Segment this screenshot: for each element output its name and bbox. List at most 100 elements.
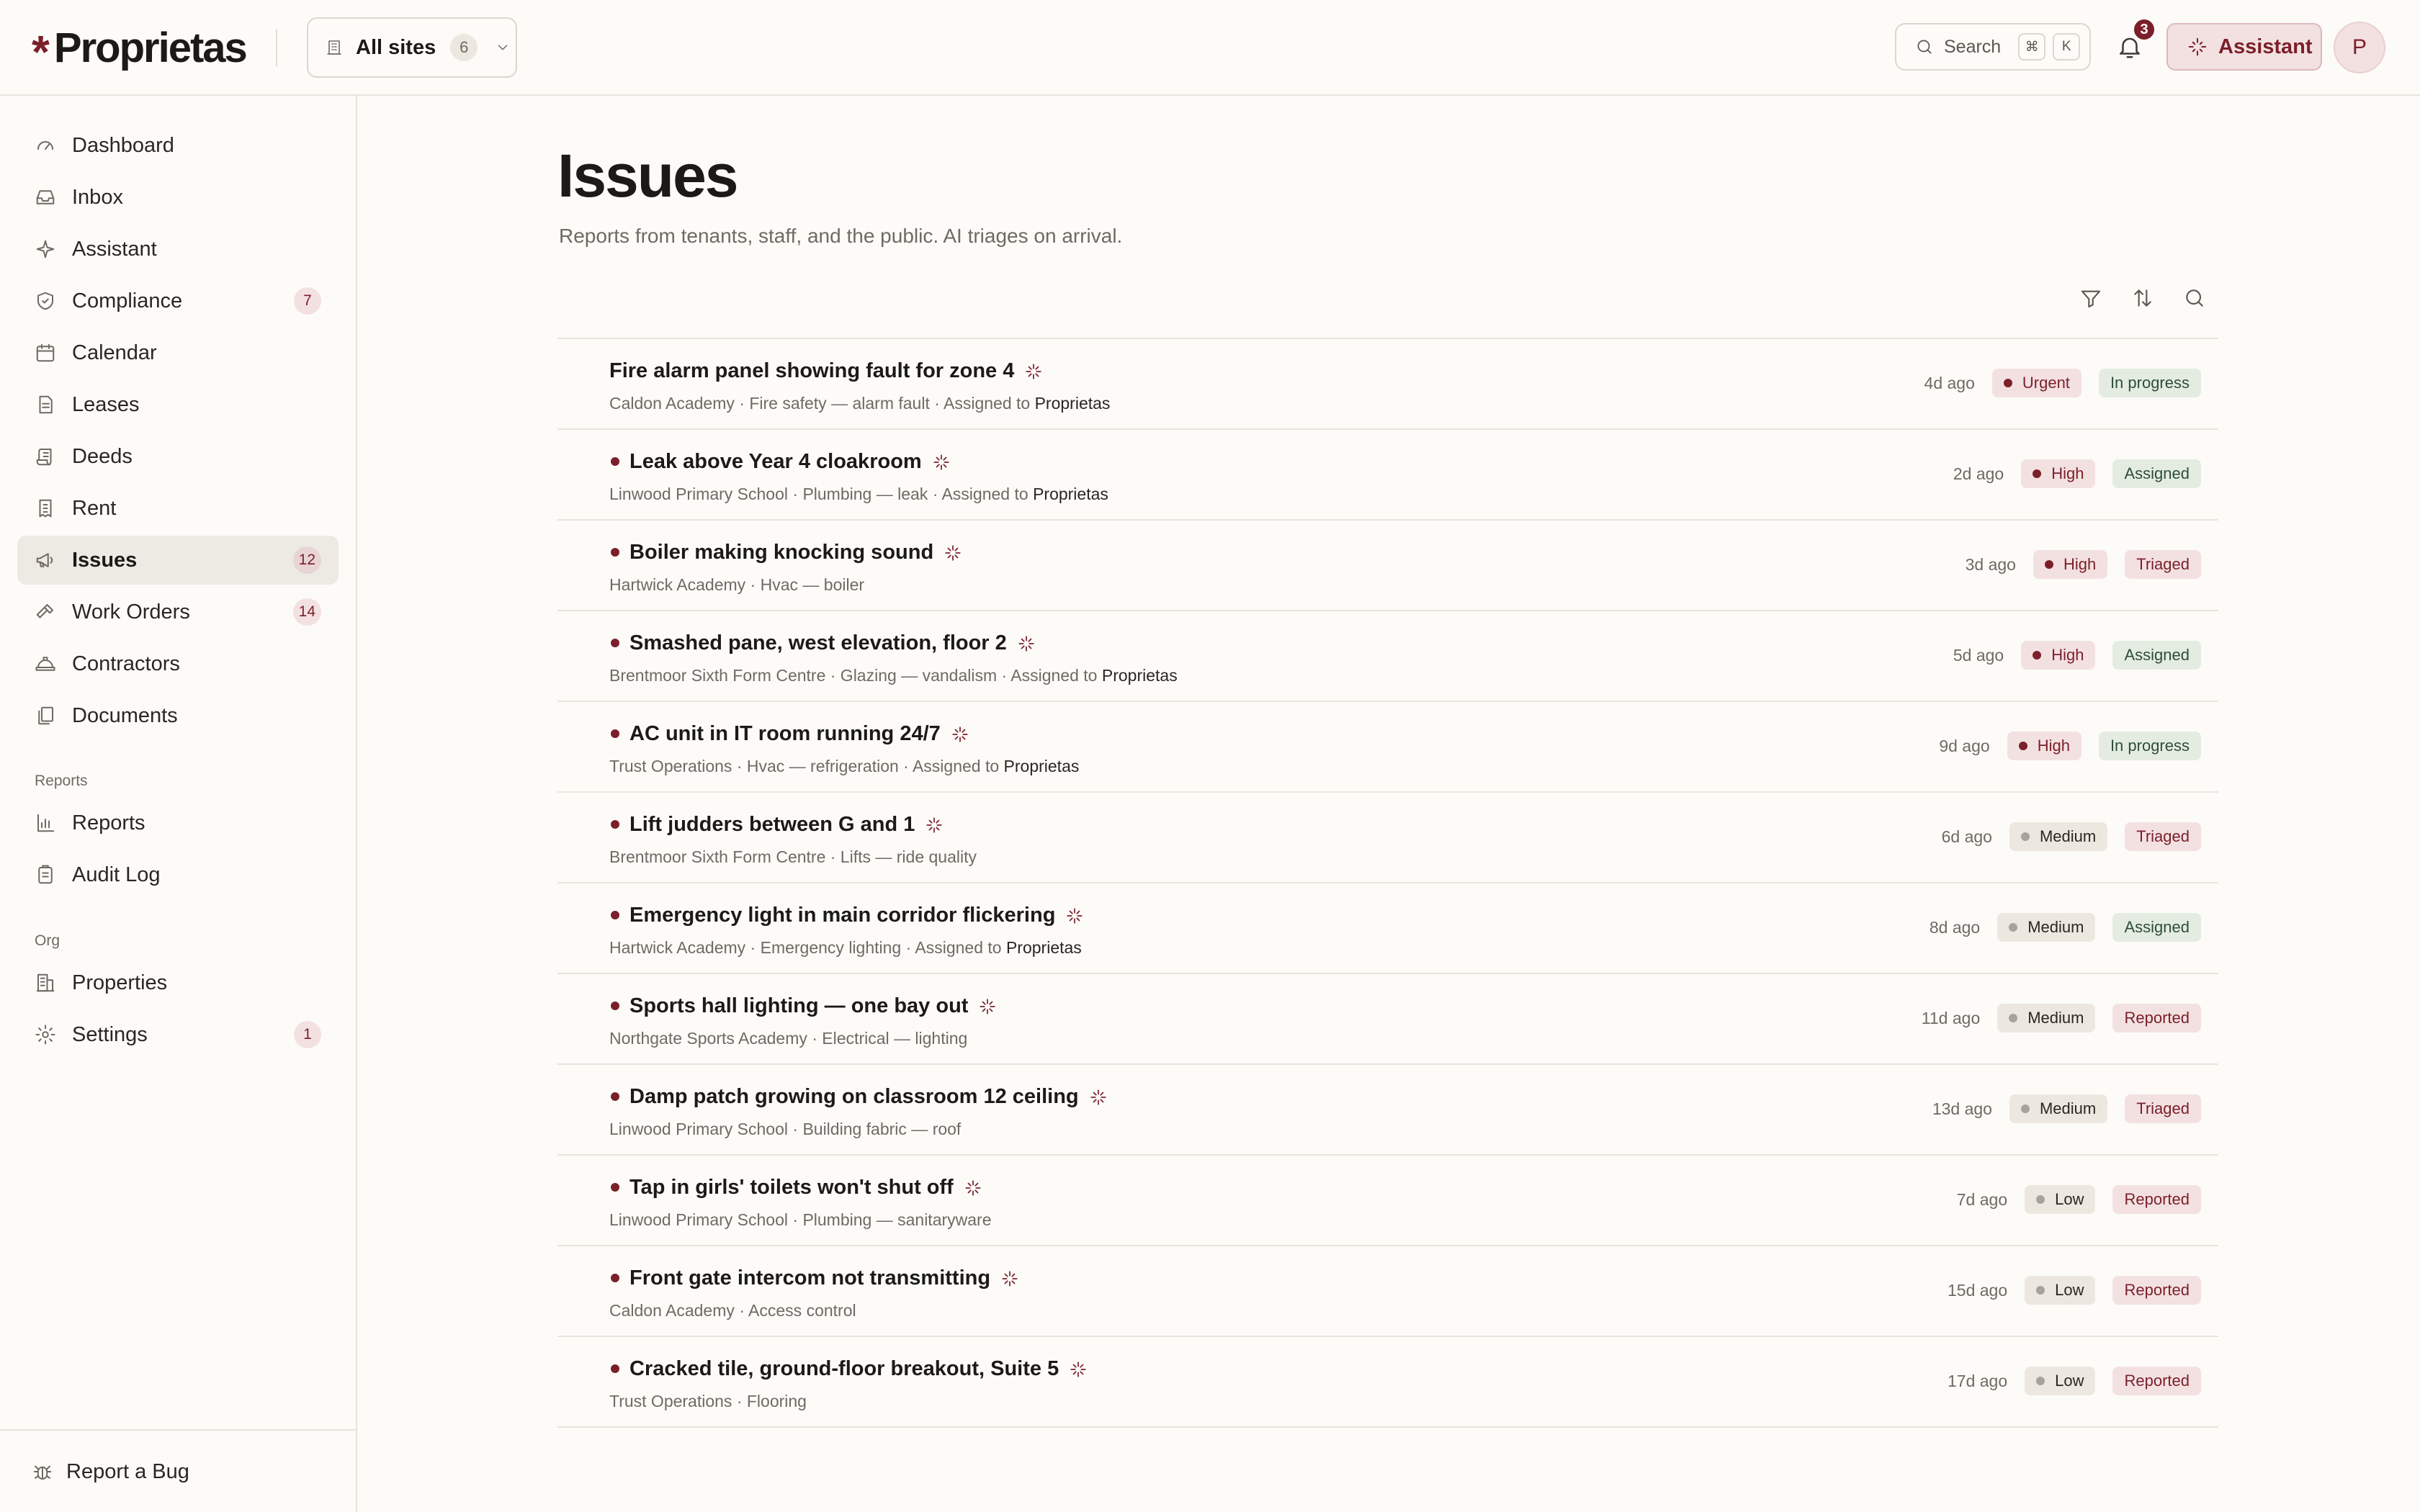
issue-row[interactable]: Boiler making knocking sound Hartwick Aca… [557, 521, 2218, 611]
sidebar-item-label: Deeds [72, 444, 133, 468]
sidebar-item-settings[interactable]: Settings 1 [17, 1010, 339, 1059]
issue-row[interactable]: Emergency light in main corridor flicker… [557, 883, 2218, 974]
bug-icon [33, 1465, 52, 1480]
priority-label: Low [2055, 1372, 2084, 1390]
priority-label: High [2037, 737, 2070, 755]
issue-row[interactable]: Lift judders between G and 1 Brentmoor Si… [557, 793, 2218, 883]
issue-meta: Linwood Primary School · Plumbing — leak… [609, 485, 1108, 504]
sidebar-item-work-orders[interactable]: Work Orders 14 [17, 588, 339, 636]
issue-age: 2d ago [1953, 464, 2004, 483]
ai-triaged-sparkle-icon [932, 453, 951, 472]
issue-right-group: 9d ago High In progress [1939, 732, 2201, 760]
issue-age: 4d ago [1924, 373, 1975, 392]
issue-row[interactable]: Leak above Year 4 cloakroom Linwood Prima… [557, 430, 2218, 521]
sidebar-item-issues[interactable]: Issues 12 [17, 536, 339, 585]
issue-age: 6d ago [1941, 827, 1992, 846]
sidebar-item-label: Assistant [72, 237, 157, 261]
shield-check-icon [37, 292, 53, 310]
sidebar-item-rent[interactable]: Rent [17, 484, 339, 533]
issue-assignee: Proprietas [1034, 394, 1111, 413]
issue-title: Leak above Year 4 cloakroom [629, 450, 922, 473]
search-icon [2186, 289, 2203, 307]
issue-row[interactable]: Tap in girls' toilets won't shut off Linw… [557, 1156, 2218, 1246]
issue-title: Sports hall lighting — one bay out [629, 994, 969, 1017]
issue-meta-text: Brentmoor Sixth Form Centre · Lifts — ri… [609, 847, 977, 866]
issue-row[interactable]: Damp patch growing on classroom 12 ceili… [557, 1065, 2218, 1156]
logo[interactable]: * Proprietas [32, 17, 248, 78]
issue-row[interactable]: Smashed pane, west elevation, floor 2 Bre… [557, 611, 2218, 702]
logo-asterisk-icon: * [32, 26, 50, 78]
notification-count-badge: 3 [2132, 17, 2156, 42]
user-avatar[interactable]: P [2334, 22, 2385, 73]
priority-badge: Medium [1997, 913, 2096, 942]
sparkle-icon [2188, 37, 2207, 56]
sidebar-divider [0, 1429, 356, 1431]
report-bug-button[interactable]: Report a Bug [32, 1450, 189, 1493]
priority-badge: Medium [1997, 1004, 2096, 1032]
filter-button[interactable] [2076, 284, 2105, 312]
priority-badge: Low [2025, 1367, 2096, 1395]
status-badge: Assigned [2112, 641, 2201, 670]
megaphone-icon [36, 553, 53, 567]
issue-age: 9d ago [1939, 736, 1990, 755]
sidebar-item-dashboard[interactable]: Dashboard [17, 121, 339, 170]
sidebar-item-label: Properties [72, 971, 168, 994]
sidebar-item-deeds[interactable]: Deeds [17, 432, 339, 481]
issue-right-group: 8d ago Medium Assigned [1930, 913, 2201, 942]
issue-right-group: 11d ago Medium Reported [1922, 1004, 2201, 1032]
priority-badge: Low [2025, 1185, 2096, 1214]
ai-triaged-sparkle-icon [951, 725, 969, 744]
sidebar-item-properties[interactable]: Properties [17, 958, 339, 1007]
status-badge: Triaged [2125, 822, 2201, 851]
status-badge: Reported [2112, 1367, 2201, 1395]
unread-dot [611, 820, 619, 829]
receipt-icon [39, 499, 52, 518]
priority-label: Medium [2039, 827, 2097, 845]
issue-row[interactable]: Cracked tile, ground-floor breakout, Sui… [557, 1337, 2218, 1428]
priority-dot [2003, 379, 2012, 387]
issue-meta: Caldon Academy · Fire safety — alarm fau… [609, 394, 1110, 413]
sidebar-item-assistant[interactable]: Assistant [17, 225, 339, 274]
issue-age: 8d ago [1929, 917, 1981, 937]
sidebar-item-calendar[interactable]: Calendar [17, 328, 339, 377]
sidebar-item-inbox[interactable]: Inbox [17, 173, 339, 222]
issue-age: 15d ago [1947, 1280, 2008, 1300]
issue-age: 11d ago [1921, 1008, 1981, 1027]
issue-title: Cracked tile, ground-floor breakout, Sui… [629, 1357, 1059, 1380]
issue-title: Boiler making knocking sound [629, 541, 934, 564]
sidebar-item-reports[interactable]: Reports [17, 798, 339, 847]
ai-triaged-sparkle-icon [1000, 1269, 1019, 1288]
sidebar-item-leases[interactable]: Leases [17, 380, 339, 429]
priority-label: Low [2055, 1190, 2084, 1208]
hard-hat-icon [35, 657, 55, 671]
issue-meta-text: Trust Operations · Hvac — refrigeration … [609, 757, 1004, 775]
unread-dot [611, 1364, 619, 1373]
sidebar-item-compliance[interactable]: Compliance 7 [17, 276, 339, 325]
sidebar-item-contractors[interactable]: Contractors [17, 639, 339, 688]
site-selector[interactable]: All sites 6 [307, 17, 517, 78]
issue-title-wrap: Fire alarm panel showing fault for zone … [609, 359, 1043, 383]
issue-meta: Hartwick Academy · Hvac — boiler [609, 575, 864, 595]
search-issues-button[interactable] [2180, 284, 2209, 312]
sidebar-item-documents[interactable]: Documents [17, 691, 339, 740]
issue-row[interactable]: Sports hall lighting — one bay out Northg… [557, 974, 2218, 1065]
issue-assignee: Proprietas [1005, 938, 1082, 957]
issue-row[interactable]: Front gate intercom not transmitting Cald… [557, 1246, 2218, 1337]
issue-right-group: 7d ago Low Reported [1957, 1185, 2201, 1214]
hammer-icon [36, 604, 53, 618]
issue-title-wrap: AC unit in IT room running 24/7 [629, 722, 969, 746]
issue-meta: Trust Operations · Hvac — refrigeration … [609, 757, 1079, 776]
issue-row[interactable]: AC unit in IT room running 24/7 Trust Ope… [557, 702, 2218, 793]
issue-row[interactable]: Fire alarm panel showing fault for zone … [557, 339, 2218, 430]
priority-dot [2009, 923, 2018, 932]
priority-dot [2018, 742, 2027, 750]
search-button[interactable]: Search ⌘ K [1895, 23, 2091, 71]
status-badge: In progress [2098, 732, 2201, 760]
assistant-button[interactable]: Assistant [2166, 23, 2322, 71]
sidebar-item-label: Rent [72, 496, 117, 520]
sort-button[interactable] [2128, 284, 2157, 312]
sidebar-item-audit-log[interactable]: Audit Log [17, 850, 339, 899]
unread-dot [611, 911, 619, 919]
issue-meta-text: Hartwick Academy · Emergency lighting · … [609, 938, 1006, 957]
site-selector-label: All sites [356, 35, 436, 59]
